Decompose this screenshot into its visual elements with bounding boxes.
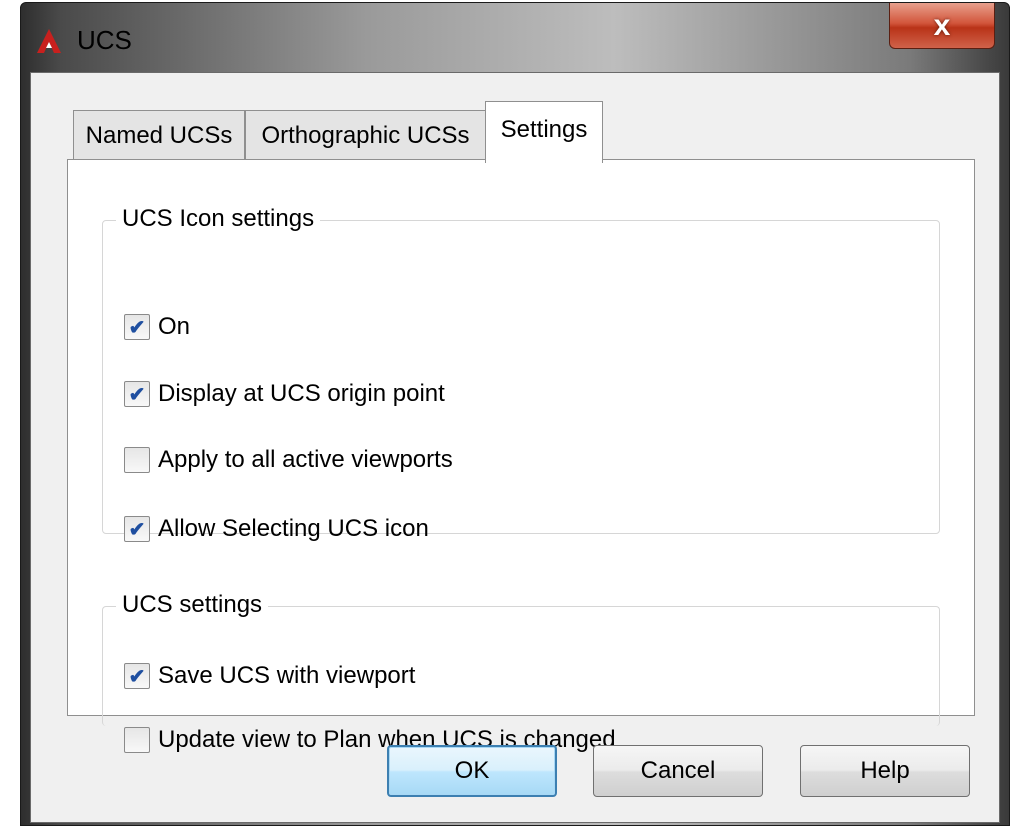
autocad-logo-icon [37,29,61,53]
ucs-icon-settings-title: UCS Icon settings [116,205,321,233]
checkbox-update-view-plan-box[interactable] [124,727,150,753]
checkbox-save-ucs-viewport-label: Save UCS with viewport [158,662,416,689]
checkbox-on-label: On [158,313,191,340]
checkbox-save-ucs-viewport-box[interactable]: ✔ [124,663,150,689]
tab-named-ucss[interactable]: Named UCSs [73,110,245,160]
checkbox-allow-selecting-icon-box[interactable]: ✔ [124,516,150,542]
checkbox-apply-all-viewports-label: Apply to all active viewports [158,446,453,473]
help-button[interactable]: Help [800,745,970,797]
checkbox-display-at-origin[interactable]: ✔ Display at UCS origin point [124,380,445,408]
checkbox-display-at-origin-box[interactable]: ✔ [124,381,150,407]
checkbox-save-ucs-viewport[interactable]: ✔ Save UCS with viewport [124,662,415,690]
checkbox-display-at-origin-label: Display at UCS origin point [158,380,445,407]
window-title: UCS [77,25,132,55]
title-bar[interactable]: UCS x [21,3,1009,73]
checkbox-apply-all-viewports-box[interactable] [124,447,150,473]
checkbox-on-box[interactable]: ✔ [124,314,150,340]
checkbox-apply-all-viewports[interactable]: Apply to all active viewports [124,446,453,474]
close-button[interactable]: x [889,3,995,49]
checkbox-allow-selecting-icon[interactable]: ✔ Allow Selecting UCS icon [124,515,429,543]
checkbox-allow-selecting-icon-label: Allow Selecting UCS icon [158,515,429,542]
ucs-icon-settings-group: UCS Icon settings [102,205,940,534]
tab-settings[interactable]: Settings [485,101,603,163]
dialog-client-area: Named UCSs Orthographic UCSs Settings UC… [30,72,1000,823]
tab-orthographic-ucss[interactable]: Orthographic UCSs [245,110,486,160]
ok-button[interactable]: OK [387,745,557,797]
checkbox-on[interactable]: ✔ On [124,313,190,341]
cancel-button[interactable]: Cancel [593,745,763,797]
settings-tab-panel: UCS Icon settings ✔ On ✔ Display at UCS … [67,159,975,753]
ucs-settings-title: UCS settings [116,591,269,619]
ucs-dialog-window: UCS x Named UCSs Orthographic UCSs Setti… [20,2,1010,826]
